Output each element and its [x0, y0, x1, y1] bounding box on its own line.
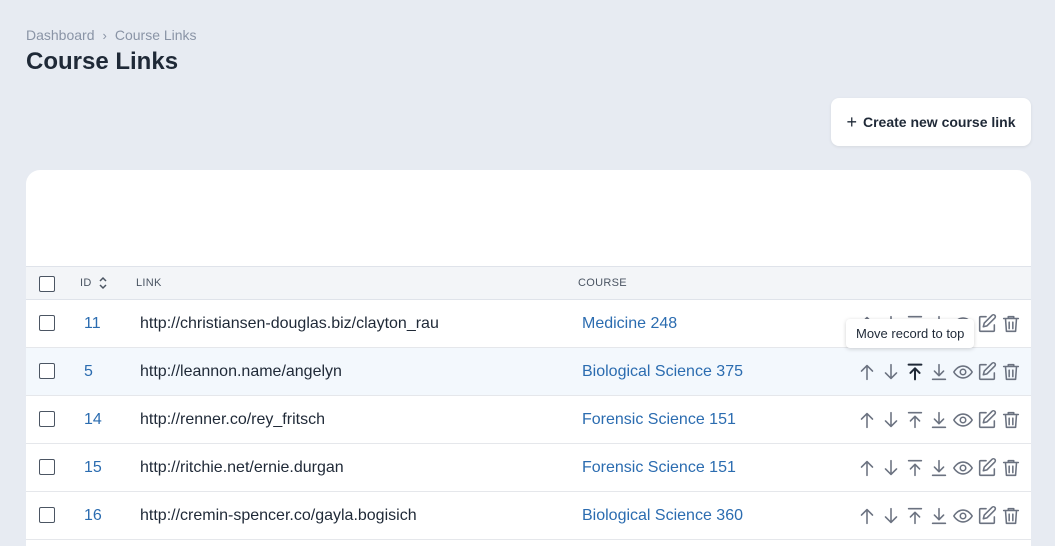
- edit-icon[interactable]: [975, 312, 999, 336]
- row-id[interactable]: 11: [84, 300, 101, 347]
- eye-icon[interactable]: [951, 456, 975, 480]
- column-header-course: COURSE: [578, 277, 627, 289]
- eye-icon[interactable]: [951, 504, 975, 528]
- row-course-link[interactable]: Biological Science 375: [582, 348, 743, 395]
- row-checkbox[interactable]: [39, 411, 55, 427]
- chevron-right-icon: ›: [102, 27, 107, 43]
- table-header: ID LINK COURSE: [26, 266, 1031, 300]
- row-id[interactable]: 5: [84, 348, 93, 395]
- table-row: 15 http://ritchie.net/ernie.durgan Forensi…: [26, 444, 1031, 492]
- edit-icon[interactable]: [975, 504, 999, 528]
- row-link: http://cremin-spencer.co/gayla.bogisich: [140, 506, 417, 524]
- plus-icon: +: [846, 112, 857, 132]
- edit-icon[interactable]: [975, 360, 999, 384]
- move-to-bottom-icon[interactable]: [927, 456, 951, 480]
- page-title: Course Links: [26, 48, 179, 75]
- table-row: 5 http://leannon.name/angelyn Biological S…: [26, 348, 1031, 396]
- arrow-down-icon[interactable]: [879, 408, 903, 432]
- row-actions: [855, 360, 1023, 384]
- move-to-bottom-icon[interactable]: [927, 504, 951, 528]
- row-id[interactable]: 16: [84, 492, 102, 539]
- row-link: http://renner.co/rey_fritsch: [140, 410, 325, 428]
- row-course-link[interactable]: Medicine 248: [582, 300, 677, 347]
- eye-icon[interactable]: [951, 408, 975, 432]
- trash-icon[interactable]: [999, 456, 1023, 480]
- row-checkbox[interactable]: [39, 363, 55, 379]
- trash-icon[interactable]: [999, 408, 1023, 432]
- arrow-up-icon[interactable]: [855, 408, 879, 432]
- row-checkbox[interactable]: [39, 315, 55, 331]
- row-course-link[interactable]: Biological Science 360: [582, 492, 743, 539]
- eye-icon[interactable]: [951, 360, 975, 384]
- table-card: ID LINK COURSE 11 http://christiansen-dou…: [26, 170, 1031, 546]
- sort-icon[interactable]: [98, 276, 108, 290]
- row-checkbox[interactable]: [39, 507, 55, 523]
- tooltip: Move record to top: [846, 319, 975, 348]
- row-id[interactable]: 14: [84, 396, 102, 443]
- row-link: http://christiansen-douglas.biz/clayton_…: [140, 314, 439, 332]
- row-course-link[interactable]: Forensic Science 151: [582, 396, 736, 443]
- row-link: http://leannon.name/angelyn: [140, 362, 342, 380]
- move-to-top-icon[interactable]: [903, 360, 927, 384]
- create-course-link-button[interactable]: + Create new course link: [831, 98, 1031, 146]
- column-header-link: LINK: [136, 277, 162, 289]
- edit-icon[interactable]: [975, 456, 999, 480]
- table-row: 16 http://cremin-spencer.co/gayla.bogisic…: [26, 492, 1031, 540]
- row-course-link[interactable]: Forensic Science 151: [582, 444, 736, 491]
- trash-icon[interactable]: [999, 312, 1023, 336]
- row-actions: [855, 456, 1023, 480]
- move-to-top-icon[interactable]: [903, 456, 927, 480]
- create-button-label: Create new course link: [863, 114, 1016, 130]
- column-header-id[interactable]: ID: [80, 277, 92, 289]
- row-actions: [855, 408, 1023, 432]
- row-id[interactable]: 15: [84, 444, 102, 491]
- move-to-top-icon[interactable]: [903, 408, 927, 432]
- arrow-down-icon[interactable]: [879, 456, 903, 480]
- edit-icon[interactable]: [975, 408, 999, 432]
- breadcrumb-dashboard[interactable]: Dashboard: [26, 27, 95, 43]
- move-to-bottom-icon[interactable]: [927, 360, 951, 384]
- table-row: 14 http://renner.co/rey_fritsch Forensic S…: [26, 396, 1031, 444]
- arrow-down-icon[interactable]: [879, 360, 903, 384]
- row-checkbox[interactable]: [39, 459, 55, 475]
- breadcrumb: Dashboard › Course Links: [26, 27, 197, 43]
- trash-icon[interactable]: [999, 504, 1023, 528]
- arrow-up-icon[interactable]: [855, 456, 879, 480]
- row-link: http://ritchie.net/ernie.durgan: [140, 458, 344, 476]
- arrow-down-icon[interactable]: [879, 504, 903, 528]
- trash-icon[interactable]: [999, 360, 1023, 384]
- arrow-up-icon[interactable]: [855, 360, 879, 384]
- arrow-up-icon[interactable]: [855, 504, 879, 528]
- move-to-top-icon[interactable]: [903, 504, 927, 528]
- move-to-bottom-icon[interactable]: [927, 408, 951, 432]
- select-all-checkbox[interactable]: [39, 276, 55, 292]
- row-actions: [855, 504, 1023, 528]
- breadcrumb-current: Course Links: [114, 27, 197, 43]
